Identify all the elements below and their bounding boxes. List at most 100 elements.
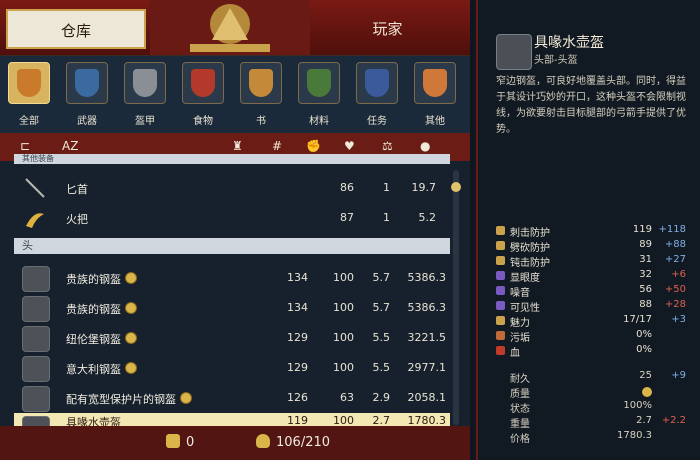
item-value: 63 bbox=[340, 391, 354, 404]
torch-icon bbox=[22, 206, 48, 230]
category-label: 武器 bbox=[77, 116, 97, 127]
category-books[interactable]: 书 bbox=[238, 62, 284, 132]
property-row: 价格 1780.3 bbox=[510, 430, 652, 445]
category-materials[interactable]: 材料 bbox=[296, 62, 342, 132]
blunt-defense-icon bbox=[496, 256, 505, 265]
quality-coin-icon bbox=[125, 302, 137, 314]
charisma-icon bbox=[496, 316, 505, 325]
list-item[interactable]: 匕首 86 1 19.7 bbox=[14, 173, 450, 203]
item-value: 100 bbox=[333, 301, 354, 314]
sort-weight-icon[interactable]: ⚖ bbox=[382, 139, 393, 153]
category-label: 盔甲 bbox=[135, 116, 155, 127]
item-price: 2058.1 bbox=[407, 391, 447, 404]
item-value: 100 bbox=[333, 361, 354, 374]
category-food[interactable]: 食物 bbox=[180, 62, 226, 132]
category-label: 材料 bbox=[309, 116, 329, 127]
list-scrollbar[interactable] bbox=[451, 170, 461, 425]
capacity-readout: 106/210 bbox=[256, 434, 330, 450]
item-value: 100 bbox=[333, 271, 354, 284]
helmet-icon bbox=[22, 266, 50, 292]
item-value: 129 bbox=[287, 361, 308, 374]
category-label: 食物 bbox=[193, 116, 213, 127]
helmet-icon bbox=[22, 416, 50, 426]
stat-row: 可见性 88 +28 bbox=[496, 299, 692, 314]
item-value: 2.9 bbox=[372, 391, 391, 404]
armor-category-icon bbox=[124, 62, 166, 104]
category-label: 书 bbox=[256, 116, 266, 127]
quality-coin-icon bbox=[180, 392, 192, 404]
item-list: 其他装备 匕首 86 1 19.7 火把 87 1 5.2 头 贵族的钢盔 13… bbox=[14, 154, 450, 426]
item-name: 匕首 bbox=[66, 183, 88, 196]
item-value: 86 bbox=[340, 181, 354, 194]
item-name: 贵族的钢盔 bbox=[66, 301, 137, 317]
property-row: 重量 2.7 +2.2 bbox=[510, 415, 686, 430]
inventory-panel: 仓库 玩家 全部 武器 盔甲 食物 书 材料 任务 其他 ⊏ AZ ♜ # ✊ … bbox=[0, 0, 470, 460]
item-detail-panel: 具喙水壶盔 头部-头盔 窄边钢盔，可良好地覆盖头部。同时，得益于其设计巧妙的开口… bbox=[476, 0, 700, 460]
category-all[interactable]: 全部 bbox=[6, 62, 52, 132]
category-armor[interactable]: 盔甲 bbox=[122, 62, 168, 132]
list-item[interactable]: 火把 87 1 5.2 bbox=[14, 203, 450, 233]
tab-storage[interactable]: 仓库 bbox=[6, 9, 146, 49]
visibility-icon bbox=[496, 301, 505, 310]
item-qty: 1 bbox=[383, 181, 390, 194]
item-value: 134 bbox=[287, 271, 308, 284]
helmet-icon bbox=[22, 296, 50, 322]
stab-defense-icon bbox=[496, 226, 505, 235]
stat-row: 钝击防护 31 +27 bbox=[496, 254, 692, 269]
item-price: 3221.5 bbox=[407, 331, 447, 344]
item-value: 134 bbox=[287, 301, 308, 314]
item-name: 具喙水壶盔 bbox=[66, 416, 121, 426]
list-item[interactable]: 配有宽型保护片的钢盔 126 63 2.9 2058.1 bbox=[14, 383, 450, 413]
item-value: 119 bbox=[287, 414, 308, 426]
item-price: 5386.3 bbox=[407, 271, 447, 284]
item-value: 100 bbox=[333, 331, 354, 344]
helmet-icon bbox=[496, 34, 532, 70]
item-price: 2977.1 bbox=[407, 361, 447, 374]
item-name: 配有宽型保护片的钢盔 bbox=[66, 391, 192, 407]
sort-alpha-button[interactable]: AZ bbox=[62, 139, 78, 153]
sort-armor-icon[interactable]: ♜ bbox=[232, 139, 243, 153]
item-value: 5.7 bbox=[372, 301, 391, 314]
category-label: 其他 bbox=[425, 116, 445, 127]
list-item[interactable]: 纽伦堡钢盔 129 100 5.5 3221.5 bbox=[14, 323, 450, 353]
materials-category-icon bbox=[298, 62, 340, 104]
item-value: 100 bbox=[333, 414, 354, 426]
sort-type-icon[interactable]: ⊏ bbox=[20, 139, 30, 153]
list-item[interactable]: 贵族的钢盔 134 100 5.7 5386.3 bbox=[14, 293, 450, 323]
sort-count-button[interactable]: # bbox=[272, 139, 282, 153]
books-category-icon bbox=[240, 62, 282, 104]
list-item-selected[interactable]: 具喙水壶盔 119 100 2.7 1780.3 bbox=[14, 413, 450, 426]
sort-price-icon[interactable]: ● bbox=[420, 139, 430, 153]
category-bar: 全部 武器 盔甲 食物 书 材料 任务 其他 bbox=[0, 55, 470, 134]
coins-readout: 0 bbox=[166, 434, 194, 450]
blood-icon bbox=[496, 346, 505, 355]
detail-description: 窄边钢盔，可良好地覆盖头部。同时，得益于其设计巧妙的开口，这种头盔不会限制视线，… bbox=[496, 76, 686, 135]
item-price: 5.2 bbox=[418, 211, 437, 224]
category-weapons[interactable]: 武器 bbox=[64, 62, 110, 132]
category-quests[interactable]: 任务 bbox=[354, 62, 400, 132]
stat-row: 污垢 0% bbox=[496, 329, 692, 344]
sort-condition-icon[interactable]: ♥ bbox=[344, 139, 355, 153]
list-item[interactable]: 意大利钢盔 129 100 5.5 2977.1 bbox=[14, 353, 450, 383]
item-price: 1780.3 bbox=[407, 414, 447, 426]
helmet-icon bbox=[22, 386, 50, 412]
sort-strength-icon[interactable]: ✊ bbox=[306, 139, 321, 153]
category-label: 全部 bbox=[19, 116, 39, 127]
item-value: 126 bbox=[287, 391, 308, 404]
all-category-icon bbox=[8, 62, 50, 104]
helmet-icon bbox=[22, 356, 50, 382]
other-category-icon bbox=[414, 62, 456, 104]
conspicuousness-icon bbox=[496, 271, 505, 280]
tab-player[interactable]: 玩家 bbox=[310, 9, 465, 49]
dirt-icon bbox=[496, 331, 505, 340]
category-other[interactable]: 其他 bbox=[412, 62, 458, 132]
property-row: 质量 bbox=[496, 385, 692, 400]
list-item[interactable]: 贵族的钢盔 134 100 5.7 5386.3 bbox=[14, 263, 450, 293]
item-value: 87 bbox=[340, 211, 354, 224]
scrollbar-knob[interactable] bbox=[451, 182, 461, 192]
header-bar: 仓库 玩家 bbox=[0, 0, 470, 55]
slash-defense-icon bbox=[496, 241, 505, 250]
item-name: 火把 bbox=[66, 213, 88, 226]
detail-subtitle: 头部-头盔 bbox=[534, 55, 578, 66]
category-label: 任务 bbox=[367, 116, 387, 127]
